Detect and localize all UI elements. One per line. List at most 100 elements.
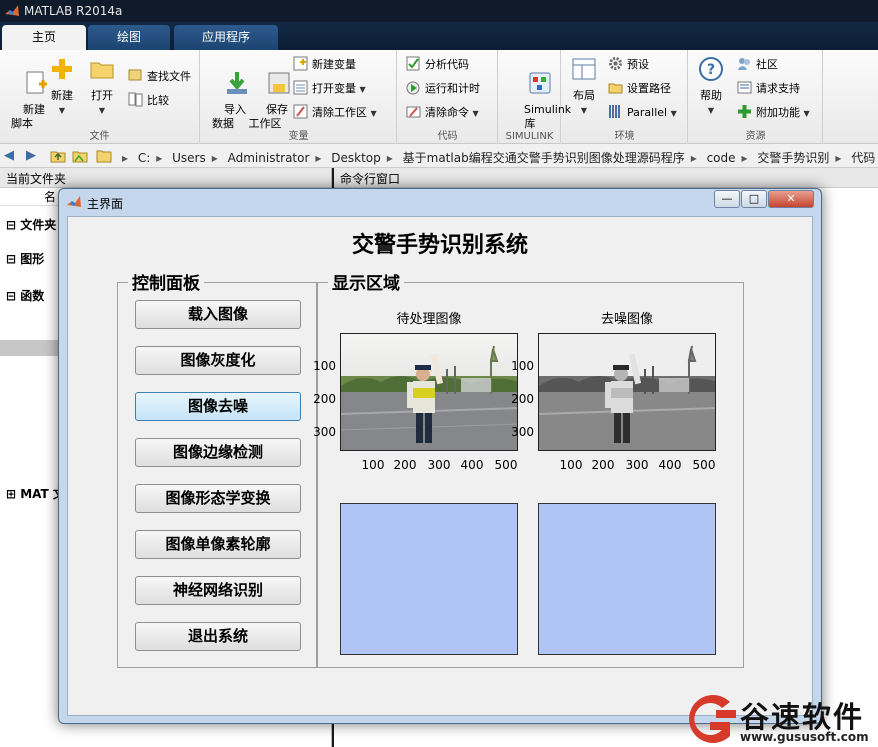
compare-icon [128,92,143,107]
compare-button[interactable]: 比较 [128,92,169,110]
open-variable-label: 打开变量 [312,82,356,95]
breadcrumb-item[interactable]: C: [138,151,150,165]
breadcrumb: ▸ C: ▸ Users ▸ Administrator ▸ Desktop ▸ 基于m… [122,151,876,165]
morphology-button[interactable]: 图像形态学变换 [135,484,301,513]
add-ons-icon [738,105,751,118]
exit-system-button[interactable]: 退出系统 [135,622,301,651]
import-label: 导入 数据 [212,103,246,130]
x-tick-label: 200 [591,458,615,472]
analyze-code-label: 分析代码 [425,58,469,71]
command-window-header: 命令行窗口 [334,168,878,188]
layout-label: 布局 [573,89,595,102]
gususoft-logo [689,695,736,743]
request-support-button[interactable]: 请求支持 [737,80,800,98]
save-workspace-icon [268,72,290,94]
code-section-caption: 代码 [437,131,458,142]
breadcrumb-item[interactable]: 代码 [851,151,875,165]
watermark-url: www.gususoft.com [740,730,869,744]
breadcrumb-item[interactable]: Administrator [228,151,310,165]
x-tick-label: 500 [494,458,518,472]
tree-group-figures[interactable]: ⊟ 图形 [6,250,44,267]
forward-arrow-icon[interactable]: ▶ [26,148,36,163]
set-path-button[interactable]: 设置路径 [608,80,671,98]
ribbon-section-file: 新建 脚本 新建 ▼ 打开 ▼ 查找文件 比较 文件 [0,50,200,144]
x-tick-label: 100 [559,458,583,472]
preferences-button[interactable]: 预设 [608,56,649,74]
matlab-logo-icon [5,5,19,16]
run-and-time-label: 运行和计时 [425,82,480,95]
tree-group-mat[interactable]: ⊞ MAT 文 [6,485,65,502]
resources-section-caption: 资源 [745,131,766,142]
denoised-grayscale-photo [539,334,715,450]
svg-text:?: ? [707,62,715,78]
traffic-police-photo [341,334,517,450]
community-button[interactable]: 社区 [737,56,778,74]
control-panel: 控制面板 载入图像 图像灰度化 图像去噪 图像边缘检测 图像形态学变换 图像单像… [117,269,317,668]
single-pixel-contour-button[interactable]: 图像单像素轮廓 [135,530,301,559]
browse-folder-icon[interactable] [72,148,88,164]
grayscale-button[interactable]: 图像灰度化 [135,346,301,375]
add-ons-label: 附加功能 [756,106,800,119]
selected-row [0,340,60,356]
neural-network-recognition-button[interactable]: 神经网络识别 [135,576,301,605]
layout-button[interactable]: 布局 ▼ [564,56,604,118]
set-path-icon [608,83,623,94]
analyze-code-button[interactable]: 分析代码 [406,56,469,74]
back-arrow-icon[interactable]: ◀ [4,148,14,163]
breadcrumb-item[interactable]: Users [172,151,206,165]
clear-workspace-button[interactable]: 清除工作区 ▼ [293,104,377,122]
open-button[interactable]: 打开 ▼ [82,56,122,118]
breadcrumb-item[interactable]: Desktop [331,151,381,165]
ribbon-section-resources: ? 帮助 ▼ 社区 请求支持 附加功能 ▼ 资源 [689,50,823,144]
preferences-label: 预设 [627,58,649,71]
tab-plots[interactable]: 绘图 [88,25,170,50]
minimize-button[interactable]: — [714,190,740,208]
new-button[interactable]: 新建 ▼ [42,56,82,118]
m-file-icon[interactable] [38,303,52,318]
edge-detection-button[interactable]: 图像边缘检测 [135,438,301,467]
find-files-button[interactable]: 查找文件 [128,68,191,86]
tree-group-functions[interactable]: ⊟ 函数 [6,287,44,304]
breadcrumb-item[interactable]: code [707,151,736,165]
request-support-label: 请求支持 [756,82,800,95]
open-variable-button[interactable]: 打开变量 ▼ [293,80,366,98]
load-image-button[interactable]: 载入图像 [135,300,301,329]
x-tick-label: 300 [427,458,451,472]
parallel-button[interactable]: Parallel ▼ [608,104,677,122]
new-variable-button[interactable]: 新建变量 [293,56,356,74]
environment-section-caption: 环境 [614,131,635,142]
y-tick-label: 100 [313,359,336,373]
tab-apps[interactable]: 应用程序 [174,25,278,50]
maximize-button[interactable]: □ [741,190,767,208]
open-variable-icon [293,80,308,95]
run-and-time-icon [406,81,420,95]
run-and-time-button[interactable]: 运行和计时 [406,80,480,98]
clear-commands-icon [406,106,421,118]
x-tick-label: 400 [460,458,484,472]
add-ons-button[interactable]: 附加功能 ▼ [737,104,810,122]
current-folder-header: 当前文件夹 [0,168,331,188]
folder-icon [96,150,112,163]
tab-home[interactable]: 主页 [2,25,86,50]
tree-group-folders[interactable]: ⊟ 文件夹 [6,216,56,233]
gui-figure-area: 交警手势识别系统 控制面板 载入图像 图像灰度化 图像去噪 图像边缘检测 图像形… [67,216,813,716]
x-tick-label: 400 [658,458,682,472]
gear-icon [609,57,622,70]
up-folder-icon[interactable] [50,148,66,164]
tree-group-label: 图形 [20,252,45,266]
y-tick-label: 200 [511,392,534,406]
community-icon [738,58,750,70]
tree-group-label: 函数 [20,289,45,303]
new-plus-icon [52,59,72,79]
close-button[interactable]: ✕ [768,190,814,208]
community-label: 社区 [756,58,778,71]
app-title: MATLAB R2014a [24,4,123,18]
clear-workspace-icon [293,104,308,119]
breadcrumb-item[interactable]: 基于matlab编程交通交警手势识别图像处理源码程序 [403,151,685,165]
help-label: 帮助 [700,89,722,102]
denoise-button[interactable]: 图像去噪 [135,392,301,421]
help-button[interactable]: ? 帮助 ▼ [691,56,731,118]
ribbon-tabs: 主页 绘图 应用程序 [0,22,878,50]
breadcrumb-item[interactable]: 交警手势识别 [757,151,829,165]
clear-commands-button[interactable]: 清除命令 ▼ [406,104,479,122]
